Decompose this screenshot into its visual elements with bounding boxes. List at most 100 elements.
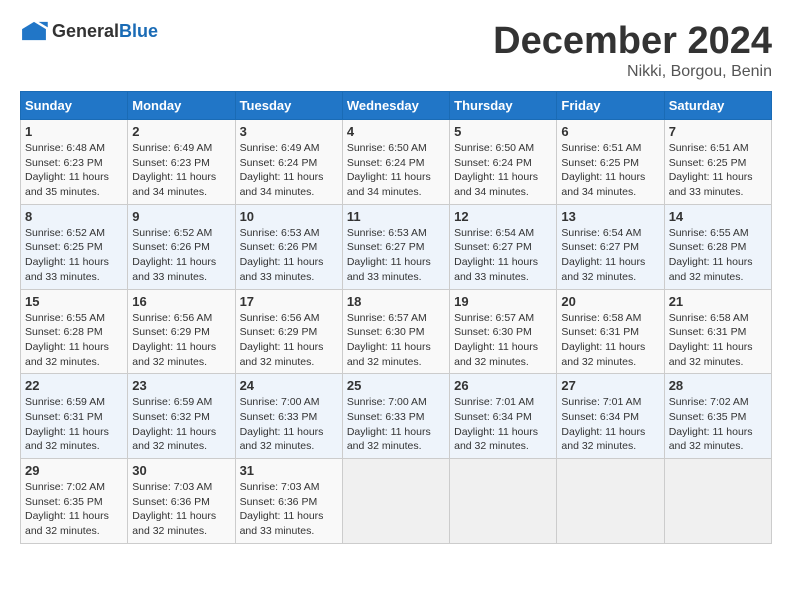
calendar-header-row: Sunday Monday Tuesday Wednesday Thursday… [21,92,772,120]
list-item: 2 Sunrise: 6:49 AM Sunset: 6:23 PM Daylig… [128,120,235,205]
logo: GeneralBlue [20,20,158,42]
list-item: 30 Sunrise: 7:03 AM Sunset: 6:36 PM Dayli… [128,459,235,544]
day-info: Sunrise: 7:01 AM Sunset: 6:34 PM Dayligh… [454,395,552,454]
day-info: Sunrise: 7:02 AM Sunset: 6:35 PM Dayligh… [669,395,767,454]
day-info: Sunrise: 7:00 AM Sunset: 6:33 PM Dayligh… [347,395,445,454]
day-info: Sunrise: 6:53 AM Sunset: 6:27 PM Dayligh… [347,226,445,285]
day-info: Sunrise: 6:48 AM Sunset: 6:23 PM Dayligh… [25,141,123,200]
list-item: 11 Sunrise: 6:53 AM Sunset: 6:27 PM Dayli… [342,204,449,289]
list-item: 19 Sunrise: 6:57 AM Sunset: 6:30 PM Dayli… [450,289,557,374]
logo-text: GeneralBlue [52,21,158,42]
day-number: 7 [669,124,767,139]
header-saturday: Saturday [664,92,771,120]
list-item: 28 Sunrise: 7:02 AM Sunset: 6:35 PM Dayli… [664,374,771,459]
day-number: 27 [561,378,659,393]
day-number: 11 [347,209,445,224]
day-info: Sunrise: 6:49 AM Sunset: 6:24 PM Dayligh… [240,141,338,200]
table-row: 15 Sunrise: 6:55 AM Sunset: 6:28 PM Dayli… [21,289,772,374]
day-number: 18 [347,294,445,309]
day-number: 25 [347,378,445,393]
list-item: 20Sunrise: 6:58 AM Sunset: 6:31 PM Dayli… [557,289,664,374]
day-info: Sunrise: 6:55 AM Sunset: 6:28 PM Dayligh… [669,226,767,285]
day-info: Sunrise: 6:59 AM Sunset: 6:31 PM Dayligh… [25,395,123,454]
logo-general: General [52,21,119,41]
day-info: Sunrise: 6:56 AM Sunset: 6:29 PM Dayligh… [132,311,230,370]
header-friday: Friday [557,92,664,120]
list-item [342,459,449,544]
list-item: 22 Sunrise: 6:59 AM Sunset: 6:31 PM Dayli… [21,374,128,459]
day-info: Sunrise: 6:57 AM Sunset: 6:30 PM Dayligh… [454,311,552,370]
list-item: 14 Sunrise: 6:55 AM Sunset: 6:28 PM Dayli… [664,204,771,289]
list-item: 17Sunrise: 6:56 AM Sunset: 6:29 PM Dayli… [235,289,342,374]
day-info: Sunrise: 6:53 AM Sunset: 6:26 PM Dayligh… [240,226,338,285]
list-item: 25 Sunrise: 7:00 AM Sunset: 6:33 PM Dayli… [342,374,449,459]
header-thursday: Thursday [450,92,557,120]
day-info: Sunrise: 6:49 AM Sunset: 6:23 PM Dayligh… [132,141,230,200]
list-item: 8 Sunrise: 6:52 AM Sunset: 6:25 PM Daylig… [21,204,128,289]
day-number: 26 [454,378,552,393]
day-info: Sunrise: 6:56 AM Sunset: 6:29 PM Dayligh… [240,311,338,370]
list-item: 18 Sunrise: 6:57 AM Sunset: 6:30 PM Dayli… [342,289,449,374]
list-item [557,459,664,544]
day-info: Sunrise: 6:52 AM Sunset: 6:25 PM Dayligh… [25,226,123,285]
list-item: 3 Sunrise: 6:49 AM Sunset: 6:24 PM Daylig… [235,120,342,205]
list-item: 26 Sunrise: 7:01 AM Sunset: 6:34 PM Dayli… [450,374,557,459]
list-item: 4 Sunrise: 6:50 AM Sunset: 6:24 PM Daylig… [342,120,449,205]
day-number: 4 [347,124,445,139]
header-wednesday: Wednesday [342,92,449,120]
table-row: 1 Sunrise: 6:48 AM Sunset: 6:23 PM Daylig… [21,120,772,205]
list-item [450,459,557,544]
day-info: Sunrise: 6:55 AM Sunset: 6:28 PM Dayligh… [25,311,123,370]
list-item: 5Sunrise: 6:50 AM Sunset: 6:24 PM Daylig… [450,120,557,205]
day-info: Sunrise: 7:02 AM Sunset: 6:35 PM Dayligh… [25,480,123,539]
day-number: 30 [132,463,230,478]
day-info: Sunrise: 6:59 AM Sunset: 6:32 PM Dayligh… [132,395,230,454]
day-number: 20 [561,294,659,309]
list-item: 16Sunrise: 6:56 AM Sunset: 6:29 PM Dayli… [128,289,235,374]
day-info: Sunrise: 6:58 AM Sunset: 6:31 PM Dayligh… [669,311,767,370]
day-info: Sunrise: 7:03 AM Sunset: 6:36 PM Dayligh… [132,480,230,539]
list-item: 10 Sunrise: 6:53 AM Sunset: 6:26 PM Dayli… [235,204,342,289]
list-item: 6 Sunrise: 6:51 AM Sunset: 6:25 PM Daylig… [557,120,664,205]
day-number: 9 [132,209,230,224]
day-number: 8 [25,209,123,224]
day-number: 10 [240,209,338,224]
day-info: Sunrise: 6:57 AM Sunset: 6:30 PM Dayligh… [347,311,445,370]
list-item: 12 Sunrise: 6:54 AM Sunset: 6:27 PM Dayli… [450,204,557,289]
day-number: 28 [669,378,767,393]
day-info: Sunrise: 6:51 AM Sunset: 6:25 PM Dayligh… [669,141,767,200]
list-item: 1 Sunrise: 6:48 AM Sunset: 6:23 PM Daylig… [21,120,128,205]
day-number: 5 [454,124,552,139]
day-info: Sunrise: 7:03 AM Sunset: 6:36 PM Dayligh… [240,480,338,539]
day-info: Sunrise: 6:52 AM Sunset: 6:26 PM Dayligh… [132,226,230,285]
day-number: 1 [25,124,123,139]
day-info: Sunrise: 6:51 AM Sunset: 6:25 PM Dayligh… [561,141,659,200]
day-number: 14 [669,209,767,224]
day-number: 2 [132,124,230,139]
day-number: 6 [561,124,659,139]
list-item: 24 Sunrise: 7:00 AM Sunset: 6:33 PM Dayli… [235,374,342,459]
day-number: 19 [454,294,552,309]
header: GeneralBlue December 2024 Nikki, Borgou,… [20,20,772,81]
day-number: 24 [240,378,338,393]
list-item: 31 Sunrise: 7:03 AM Sunset: 6:36 PM Dayli… [235,459,342,544]
day-number: 31 [240,463,338,478]
calendar-title: December 2024 [493,20,772,63]
list-item: 9 Sunrise: 6:52 AM Sunset: 6:26 PM Daylig… [128,204,235,289]
day-number: 29 [25,463,123,478]
day-number: 15 [25,294,123,309]
list-item: 15 Sunrise: 6:55 AM Sunset: 6:28 PM Dayli… [21,289,128,374]
day-info: Sunrise: 6:50 AM Sunset: 6:24 PM Dayligh… [347,141,445,200]
day-number: 13 [561,209,659,224]
logo-icon [20,20,48,42]
table-row: 8 Sunrise: 6:52 AM Sunset: 6:25 PM Daylig… [21,204,772,289]
table-row: 29 Sunrise: 7:02 AM Sunset: 6:35 PM Dayli… [21,459,772,544]
list-item [664,459,771,544]
list-item: 27Sunrise: 7:01 AM Sunset: 6:34 PM Dayli… [557,374,664,459]
day-number: 3 [240,124,338,139]
day-info: Sunrise: 6:54 AM Sunset: 6:27 PM Dayligh… [454,226,552,285]
list-item: 13Sunrise: 6:54 AM Sunset: 6:27 PM Dayli… [557,204,664,289]
day-info: Sunrise: 7:00 AM Sunset: 6:33 PM Dayligh… [240,395,338,454]
day-number: 22 [25,378,123,393]
day-number: 12 [454,209,552,224]
